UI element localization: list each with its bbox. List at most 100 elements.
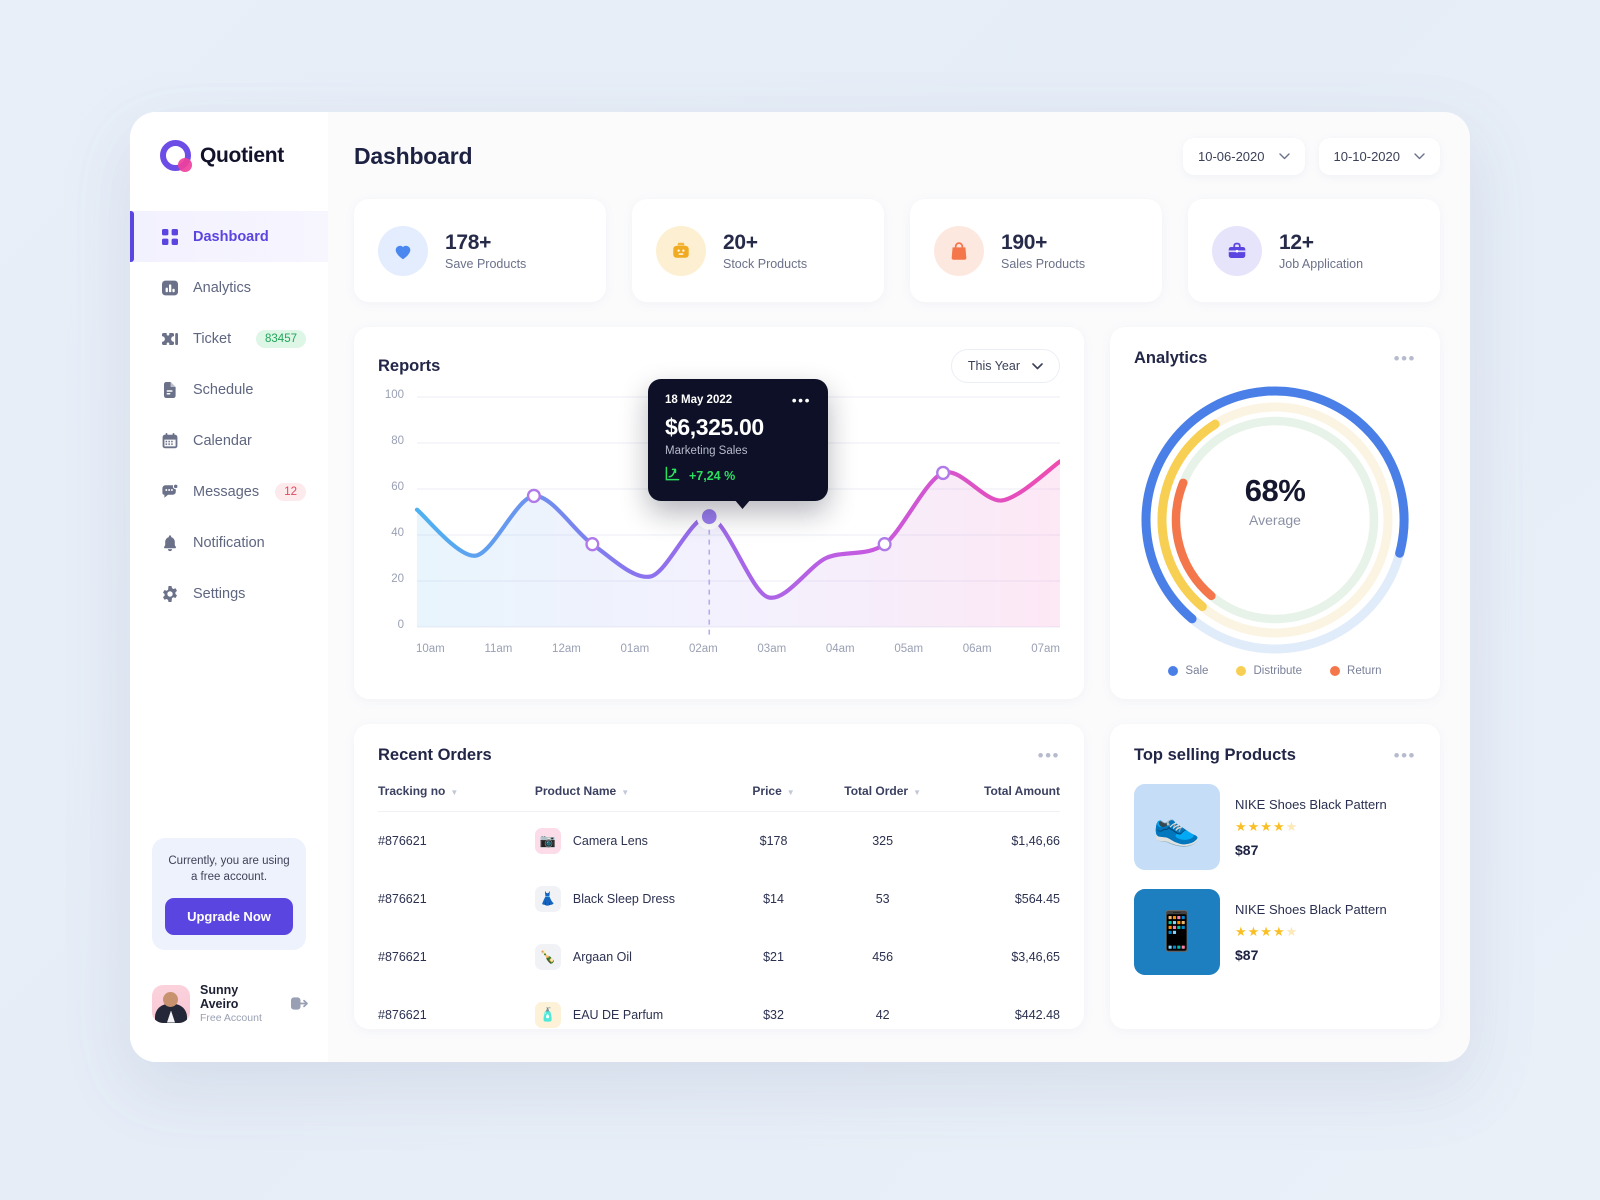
bottle-icon: 🍾 (534, 944, 561, 970)
product-price: $87 (1235, 841, 1259, 858)
chart-tooltip: 18 May 2022 ••• $6,325.00 Marketing Sale… (648, 379, 828, 509)
reports-title: Reports (378, 356, 441, 375)
sidebar-nav: Dashboard Analytics Ticket 83457 Schedul… (130, 211, 328, 619)
table-row[interactable]: #876621 🍾 Argaan Oil $21 456 $3,46,65 (378, 928, 1060, 986)
heart-icon (378, 225, 428, 276)
app-window: Quotient Dashboard Analytics Ticket 8345… (130, 112, 1470, 1062)
table-row[interactable]: #876621 👗 Black Sleep Dress $14 53 $564.… (378, 870, 1060, 928)
cell-total-amount: $564.45 (1014, 892, 1060, 906)
analytics-title: Analytics (1134, 349, 1208, 367)
x-tick-label: 11am (484, 643, 513, 655)
x-tick-label: 06am (962, 643, 992, 655)
top-selling-title: Top selling Products (1134, 746, 1296, 764)
cell-price: $178 (759, 834, 788, 848)
cell-total-order: 42 (875, 1008, 890, 1022)
ticket-icon (160, 329, 179, 348)
dress-icon: 👗 (534, 886, 561, 912)
orders-more-icon[interactable]: ••• (1038, 747, 1060, 764)
bar-chart-icon (160, 278, 179, 297)
tooltip-more-icon[interactable]: ••• (792, 393, 811, 407)
stat-card-job-application[interactable]: 12+ Job Application (1188, 199, 1440, 302)
cell-product: 👗 Black Sleep Dress (534, 870, 719, 928)
legend-item-distribute: Distribute (1236, 665, 1302, 677)
x-tick-label: 05am (894, 643, 924, 655)
table-row[interactable]: #876621 📷 Camera Lens $178 325 $1,46,66 (378, 812, 1060, 871)
product-name: NIKE Shoes Black Pattern (1235, 796, 1387, 812)
sidebar-item-label: Settings (193, 585, 246, 602)
camera-icon: 📷 (534, 828, 561, 854)
user-profile[interactable]: Sunny Aveiro Free Account (152, 983, 310, 1024)
logout-icon[interactable] (288, 992, 310, 1015)
rating-stars: ★★★★★ (1235, 818, 1299, 834)
x-tick-label: 03am (757, 643, 787, 655)
reports-range-value: This Year (967, 359, 1020, 373)
legend-item-sale: Sale (1168, 665, 1208, 677)
sidebar-item-settings[interactable]: Settings (130, 568, 328, 619)
legend-label: Sale (1185, 665, 1209, 677)
product-name: EAU DE Parfum (572, 1008, 664, 1022)
legend-label: Return (1347, 665, 1382, 677)
cell-product: 🧴 EAU DE Parfum (534, 986, 719, 1044)
cell-tracking: #876621 (378, 950, 427, 964)
sidebar-item-calendar[interactable]: Calendar (130, 415, 328, 466)
top-selling-card: Top selling Products ••• 👟 NIKE Shoes Bl… (1110, 724, 1440, 1029)
sidebar-item-label: Schedule (193, 381, 254, 398)
list-item[interactable]: 📱 NIKE Shoes Black Pattern ★★★★★ $87 (1134, 889, 1416, 975)
sidebar-item-analytics[interactable]: Analytics (130, 262, 328, 313)
date-from-picker[interactable]: 10-06-2020 (1183, 138, 1305, 175)
sidebar-item-ticket[interactable]: Ticket 83457 (130, 313, 328, 364)
tooltip-date: 18 May 2022 (665, 394, 733, 406)
brand-logo[interactable]: Quotient (130, 112, 328, 172)
chart-y-axis: 100 80 60 40 20 0 (376, 389, 410, 641)
x-tick-label: 07am (1031, 643, 1060, 655)
stat-card-save-products[interactable]: 178+ Save Products (354, 199, 606, 302)
quotient-logo-icon (160, 140, 192, 172)
stat-value: 20+ (723, 230, 758, 254)
sidebar-item-dashboard[interactable]: Dashboard (130, 211, 328, 262)
analytics-legend: Sale Distribute Return (1134, 665, 1416, 677)
y-tick-label: 80 (391, 435, 404, 447)
legend-item-return: Return (1330, 665, 1382, 677)
column-header-total-amount[interactable]: Total Amount (937, 784, 1060, 812)
column-header-price[interactable]: Price ▼ (718, 784, 829, 812)
cell-price: $21 (763, 950, 784, 964)
page-title: Dashboard (354, 143, 473, 169)
shoe-icon: 👟 (1134, 784, 1220, 870)
table-row[interactable]: #876621 🧴 EAU DE Parfum $32 42 $442.48 (378, 986, 1060, 1044)
stat-card-stock-products[interactable]: 20+ Stock Products (632, 199, 884, 302)
stat-card-sales-products[interactable]: 190+ Sales Products (910, 199, 1162, 302)
upgrade-message: Currently, you are using a free account. (168, 854, 290, 884)
sidebar-item-label: Notification (193, 534, 265, 551)
sidebar-item-label: Ticket (193, 330, 232, 347)
column-header-total-order[interactable]: Total Order ▼ (828, 784, 938, 812)
reports-range-select[interactable]: This Year (950, 349, 1060, 383)
sidebar-item-schedule[interactable]: Schedule (130, 364, 328, 415)
date-to-picker[interactable]: 10-10-2020 (1318, 138, 1440, 175)
column-header-product[interactable]: Product Name ▼ (534, 784, 719, 812)
messages-badge: 12 (275, 482, 306, 501)
stat-value: 178+ (445, 230, 492, 254)
upgrade-now-button[interactable]: Upgrade Now (165, 898, 293, 935)
gear-icon (160, 584, 179, 603)
cell-total-amount: $442.48 (1014, 1008, 1060, 1022)
bell-icon (160, 533, 179, 552)
x-tick-label: 10am (416, 643, 445, 655)
analytics-more-icon[interactable]: ••• (1394, 350, 1416, 367)
product-name: NIKE Shoes Black Pattern (1235, 901, 1387, 917)
y-tick-label: 100 (384, 389, 404, 401)
y-tick-label: 40 (391, 527, 404, 539)
chevron-down-icon (1414, 153, 1425, 160)
stat-value: 190+ (1001, 230, 1048, 254)
top-selling-more-icon[interactable]: ••• (1394, 747, 1416, 764)
user-name: Sunny Aveiro (200, 983, 239, 1011)
y-tick-label: 60 (391, 481, 404, 493)
sidebar-item-notification[interactable]: Notification (130, 517, 328, 568)
sidebar-item-messages[interactable]: Messages 12 (130, 466, 328, 517)
charts-row: Reports This Year 100 80 60 40 20 0 10am… (354, 327, 1440, 699)
column-header-tracking[interactable]: Tracking no ▼ (378, 784, 535, 812)
reports-card: Reports This Year 100 80 60 40 20 0 10am… (354, 327, 1084, 699)
stat-label: Job Application (1279, 256, 1364, 271)
chart-x-axis: 10am 11am 12am 01am 02am 03am 04am 05am 06am 07am (416, 643, 1060, 655)
list-item[interactable]: 👟 NIKE Shoes Black Pattern ★★★★★ $87 (1134, 784, 1416, 870)
product-price: $87 (1235, 946, 1259, 963)
